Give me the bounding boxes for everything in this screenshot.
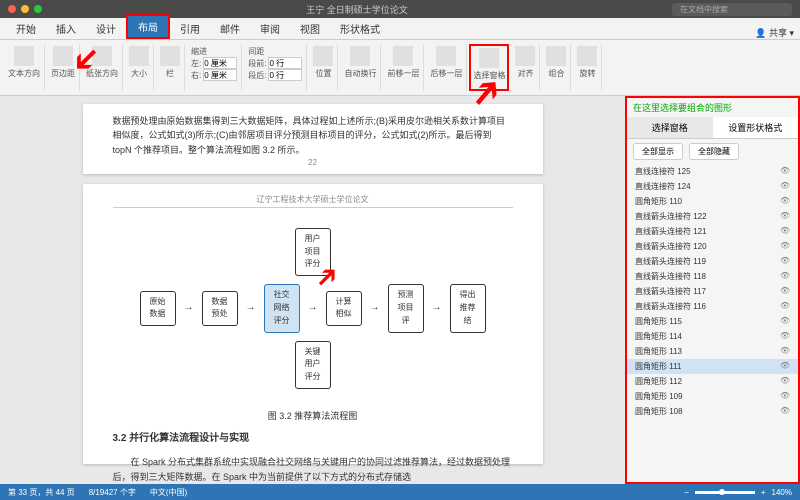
selection-pane: 在这里选择要组合的图形 选择窗格 设置形状格式 全部显示 全部隐藏 直线连接符 … bbox=[625, 96, 800, 484]
shape-list-item[interactable]: 圆角矩形 110👁 bbox=[627, 194, 798, 209]
menu-start[interactable]: 开始 bbox=[6, 18, 46, 39]
flow-box-selected[interactable]: 社交网络评分 bbox=[264, 284, 300, 332]
flow-box[interactable]: 原始数据 bbox=[140, 291, 176, 327]
menu-reference[interactable]: 引用 bbox=[170, 18, 210, 39]
flow-box[interactable]: 关键用户评分 bbox=[295, 341, 331, 389]
document-canvas[interactable]: 数据预处理由原始数据集得到三大数据矩阵，具体过程如上述所示;(B)采用皮尔逊相关… bbox=[0, 96, 625, 484]
flow-box[interactable]: 预测项目评 bbox=[388, 284, 424, 332]
align-icon[interactable] bbox=[515, 46, 535, 66]
wrap-icon[interactable] bbox=[350, 46, 370, 66]
hide-all-button[interactable]: 全部隐藏 bbox=[689, 143, 739, 160]
shape-list-item[interactable]: 直线箭头连接符 120👁 bbox=[627, 239, 798, 254]
paragraph-text: 数据预处理由原始数据集得到三大数据矩阵，具体过程如上述所示;(B)采用皮尔逊相关… bbox=[113, 114, 513, 157]
flow-box[interactable]: 得出推荐结 bbox=[450, 284, 486, 332]
visibility-icon[interactable]: 👁 bbox=[780, 346, 790, 357]
visibility-icon[interactable]: 👁 bbox=[780, 406, 790, 417]
visibility-icon[interactable]: 👁 bbox=[780, 331, 790, 342]
menu-shape-format[interactable]: 形状格式 bbox=[330, 18, 390, 39]
columns-icon[interactable] bbox=[160, 46, 180, 66]
status-page[interactable]: 第 33 页，共 44 页 bbox=[8, 487, 75, 498]
search-input[interactable]: 在文档中搜索 bbox=[672, 3, 792, 16]
figure-caption: 图 3.2 推荐算法流程图 bbox=[113, 409, 513, 423]
status-lang[interactable]: 中文(中国) bbox=[150, 487, 187, 498]
shape-list-item[interactable]: 直线箭头连接符 121👁 bbox=[627, 224, 798, 239]
status-words[interactable]: 8/19427 个字 bbox=[89, 487, 136, 498]
visibility-icon[interactable]: 👁 bbox=[780, 376, 790, 387]
shape-list-item[interactable]: 圆角矩形 111👁 bbox=[627, 359, 798, 374]
menu-design[interactable]: 设计 bbox=[86, 18, 126, 39]
visibility-icon[interactable]: 👁 bbox=[780, 361, 790, 372]
menu-layout[interactable]: 布局 bbox=[126, 14, 170, 39]
shape-list-item[interactable]: 圆角矩形 109👁 bbox=[627, 389, 798, 404]
size-icon[interactable] bbox=[129, 46, 149, 66]
visibility-icon[interactable]: 👁 bbox=[780, 196, 790, 207]
indent-left-input[interactable] bbox=[203, 57, 237, 69]
selection-pane-icon[interactable] bbox=[479, 48, 499, 68]
visibility-icon[interactable]: 👁 bbox=[780, 181, 790, 192]
window-title: 王宁 全日制硕士学位论文 bbox=[306, 3, 408, 16]
visibility-icon[interactable]: 👁 bbox=[780, 286, 790, 297]
visibility-icon[interactable]: 👁 bbox=[780, 316, 790, 327]
shape-list-item[interactable]: 直线箭头连接符 122👁 bbox=[627, 209, 798, 224]
shape-list-item[interactable]: 直线箭头连接符 117👁 bbox=[627, 284, 798, 299]
shape-list-item[interactable]: 直线箭头连接符 118👁 bbox=[627, 269, 798, 284]
shape-list-item[interactable]: 圆角矩形 108👁 bbox=[627, 404, 798, 419]
shape-list-item[interactable]: 圆角矩形 114👁 bbox=[627, 329, 798, 344]
visibility-icon[interactable]: 👁 bbox=[780, 211, 790, 222]
menu-review[interactable]: 审阅 bbox=[250, 18, 290, 39]
menu-mail[interactable]: 邮件 bbox=[210, 18, 250, 39]
zoom-level[interactable]: 140% bbox=[772, 488, 792, 497]
paragraph-text: 在 Spark 分布式集群系统中实现融合社交网络与关键用户的协同过滤推荐算法，经… bbox=[113, 455, 513, 484]
shape-list-item[interactable]: 圆角矩形 112👁 bbox=[627, 374, 798, 389]
share-button[interactable]: 👤 共享 ▾ bbox=[755, 26, 794, 39]
flow-box[interactable]: 计算相似 bbox=[326, 291, 362, 327]
zoom-slider[interactable] bbox=[695, 491, 755, 494]
visibility-icon[interactable]: 👁 bbox=[780, 271, 790, 282]
section-heading: 3.2 并行化算法流程设计与实现 bbox=[113, 431, 513, 447]
text-direction-icon[interactable] bbox=[14, 46, 34, 66]
send-backward-icon[interactable] bbox=[436, 46, 456, 66]
bring-forward-icon[interactable] bbox=[393, 46, 413, 66]
shape-list-item[interactable]: 直线箭头连接符 116👁 bbox=[627, 299, 798, 314]
shape-list-item[interactable]: 直线连接符 124👁 bbox=[627, 179, 798, 194]
visibility-icon[interactable]: 👁 bbox=[780, 166, 790, 177]
visibility-icon[interactable]: 👁 bbox=[780, 391, 790, 402]
visibility-icon[interactable]: 👁 bbox=[780, 226, 790, 237]
indent-right-input[interactable] bbox=[203, 69, 237, 81]
annotation-text: 在这里选择要组合的图形 bbox=[627, 98, 798, 117]
tab-format-shape[interactable]: 设置形状格式 bbox=[713, 117, 799, 138]
position-icon[interactable] bbox=[313, 46, 333, 66]
shape-list-item[interactable]: 圆角矩形 115👁 bbox=[627, 314, 798, 329]
flowchart: 用户项目评分 原始数据→ 数据预处→ 社交网络评分→ 计算相似→ 预测项目评→ … bbox=[113, 228, 513, 389]
shape-list-item[interactable]: 直线连接符 125👁 bbox=[627, 164, 798, 179]
flow-box[interactable]: 数据预处 bbox=[202, 291, 238, 327]
page-header: 辽宁工程技术大学硕士学位论文 bbox=[113, 194, 513, 208]
show-all-button[interactable]: 全部显示 bbox=[633, 143, 683, 160]
visibility-icon[interactable]: 👁 bbox=[780, 301, 790, 312]
shape-list-item[interactable]: 圆角矩形 113👁 bbox=[627, 344, 798, 359]
shape-list-item[interactable]: 直线箭头连接符 119👁 bbox=[627, 254, 798, 269]
group-icon[interactable] bbox=[546, 46, 566, 66]
spacing-after-input[interactable] bbox=[268, 69, 302, 81]
rotate-icon[interactable] bbox=[577, 46, 597, 66]
visibility-icon[interactable]: 👁 bbox=[780, 241, 790, 252]
menu-insert[interactable]: 插入 bbox=[46, 18, 86, 39]
spacing-before-input[interactable] bbox=[268, 57, 302, 69]
menu-view[interactable]: 视图 bbox=[290, 18, 330, 39]
visibility-icon[interactable]: 👁 bbox=[780, 256, 790, 267]
tab-selection-pane[interactable]: 选择窗格 bbox=[627, 117, 713, 138]
